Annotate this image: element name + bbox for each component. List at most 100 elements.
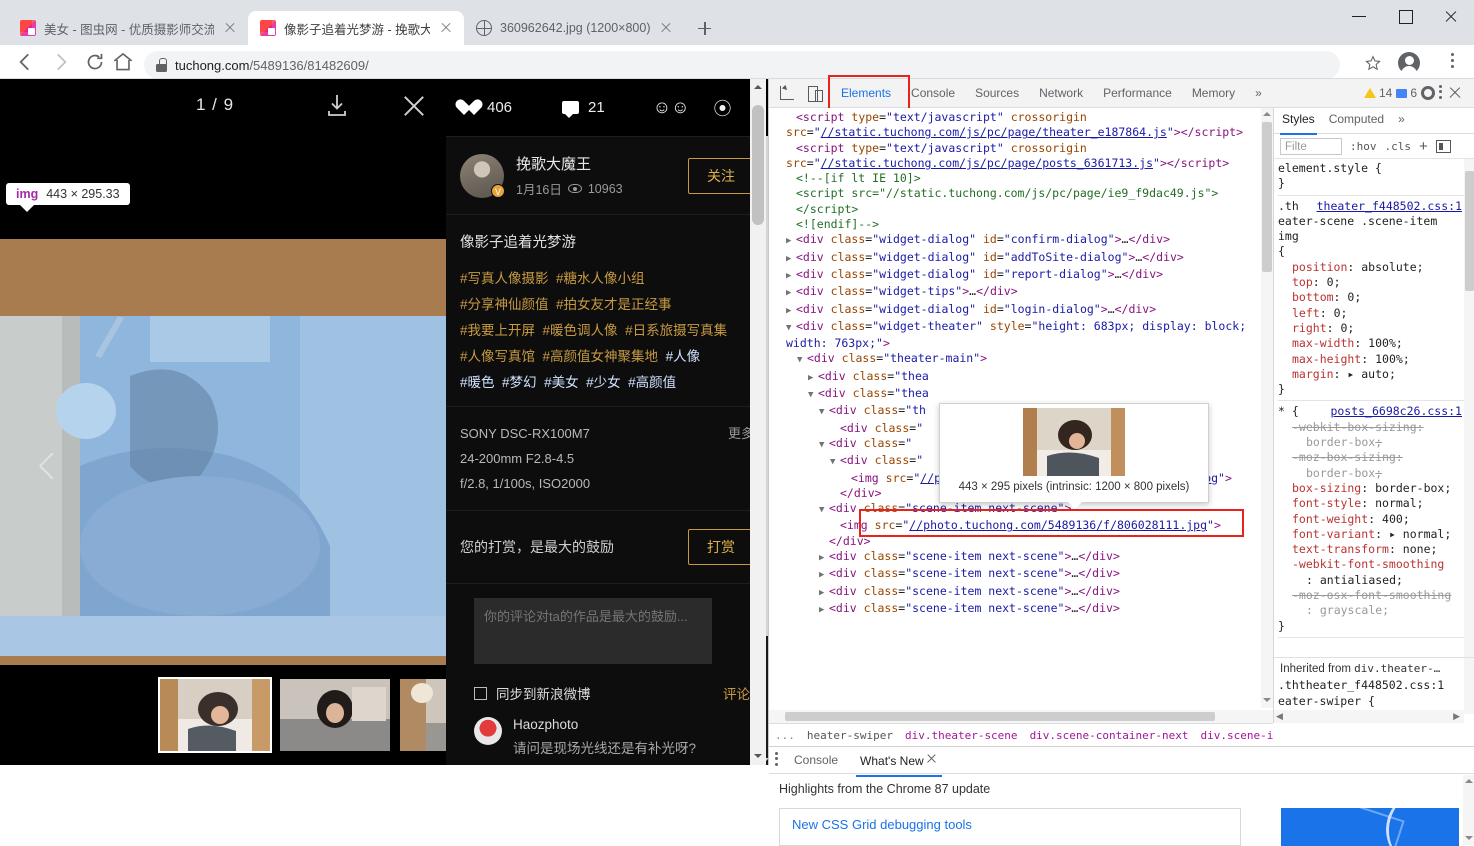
inherited-source[interactable]: div.theater-… — [1354, 662, 1440, 675]
dom-tree-line[interactable]: ▼ <div class="theater-main"> — [775, 351, 1273, 368]
device-toolbar-icon[interactable] — [801, 82, 827, 104]
tag-item[interactable]: #暖色调人像 — [543, 323, 618, 338]
css-declaration[interactable]: max-width: 100%; — [1278, 336, 1464, 351]
dom-scrollbar-thumb[interactable] — [1262, 122, 1272, 272]
expand-triangle-icon[interactable]: ▼ — [830, 455, 840, 470]
breadcrumb-item[interactable]: heater-swiper — [807, 729, 893, 742]
close-tab-icon[interactable] — [438, 20, 454, 36]
author-avatar[interactable]: V — [460, 153, 505, 198]
browser-menu-icon[interactable] — [1444, 53, 1460, 71]
styles-horizontal-scrollbar[interactable]: ◀ ▶ — [1274, 710, 1464, 723]
scroll-up-button[interactable] — [750, 79, 766, 96]
dom-tree-line[interactable]: <!--[if lt IE 10]> — [775, 171, 1273, 186]
new-style-rule-icon[interactable]: + — [1419, 138, 1428, 155]
dom-tree-code[interactable]: <script type="text/javascript" crossorig… — [769, 108, 1273, 618]
reload-button[interactable] — [82, 49, 108, 75]
breadcrumb-item[interactable]: div.scene-item — [1201, 729, 1273, 742]
maximize-button[interactable] — [1382, 0, 1428, 32]
styles-filter-input[interactable]: Filte — [1280, 137, 1342, 155]
address-bar[interactable]: tuchong.com/5489136/81482609/ — [144, 51, 1340, 79]
css-declaration[interactable]: font-style: normal; — [1278, 496, 1464, 511]
close-window-button[interactable] — [1428, 0, 1474, 32]
tag-item[interactable]: #人像 — [666, 349, 701, 364]
browser-tab-3[interactable]: 360962642.jpg (1200×800) — [464, 11, 685, 45]
tab-styles[interactable]: Styles — [1280, 112, 1317, 135]
follow-button[interactable]: 关注 — [688, 157, 754, 194]
tag-item[interactable]: #高颜值 — [628, 375, 676, 390]
tag-item[interactable]: #分享神仙颜值 — [460, 297, 549, 312]
tab-console[interactable]: Console — [901, 81, 965, 105]
tab-sources[interactable]: Sources — [965, 81, 1029, 105]
whats-new-card[interactable]: New CSS Grid debugging tools — [779, 808, 1241, 846]
close-theater-icon[interactable] — [401, 93, 427, 119]
minimize-button[interactable] — [1336, 0, 1382, 32]
expand-triangle-icon[interactable]: ▶ — [786, 269, 796, 284]
dom-tree-line[interactable]: <script type="text/javascript" crossorig… — [775, 141, 1273, 172]
comment-input[interactable] — [474, 598, 712, 664]
css-declaration[interactable]: right: 0; — [1278, 321, 1464, 336]
submit-comment-button[interactable]: 评论 — [723, 683, 750, 703]
css-declaration[interactable]: -moz-osx-font-smoothing: grayscale; — [1278, 588, 1464, 619]
css-declaration[interactable]: margin: ▸ auto; — [1278, 367, 1464, 382]
dom-tree-line[interactable]: </script> — [775, 202, 1273, 217]
tab-performance[interactable]: Performance — [1093, 81, 1182, 105]
tab-styles-more[interactable]: » — [1398, 112, 1405, 130]
css-declaration[interactable]: max-height: 100%; — [1278, 352, 1464, 367]
thumbnail-item[interactable] — [280, 679, 390, 751]
sync-weibo-checkbox[interactable] — [474, 686, 487, 700]
weibo-share-icon[interactable]: ⦿ — [713, 95, 731, 121]
browser-tab-2[interactable]: 像影子追着光梦游 - 挽歌大魔王 — [248, 11, 464, 45]
page-scrollbar-thumb[interactable] — [752, 105, 764, 225]
css-declaration[interactable]: font-weight: 400; — [1278, 512, 1464, 527]
tag-item[interactable]: #高颜值女神聚集地 — [543, 349, 659, 364]
expand-triangle-icon[interactable]: ▶ — [808, 371, 818, 386]
back-button[interactable] — [12, 49, 38, 75]
expand-triangle-icon[interactable]: ▶ — [786, 304, 796, 319]
expand-triangle-icon[interactable]: ▶ — [786, 286, 796, 301]
tag-item[interactable]: #梦幻 — [502, 375, 537, 390]
dom-tree-pane[interactable]: <script type="text/javascript" crossorig… — [769, 108, 1273, 723]
forward-button[interactable] — [48, 49, 74, 75]
css-declaration[interactable]: left: 0; — [1278, 306, 1464, 321]
styles-vertical-scrollbar[interactable] — [1464, 159, 1474, 714]
tab-computed[interactable]: Computed — [1329, 112, 1384, 130]
css-declaration[interactable]: bottom: 0; — [1278, 290, 1464, 305]
hov-toggle[interactable]: :hov — [1350, 140, 1377, 153]
rule-source-link[interactable]: posts_6698c26.css:1 — [1330, 404, 1462, 419]
dom-hscrollbar-thumb[interactable] — [785, 712, 1215, 721]
wechat-share-icon[interactable]: ☺☺ — [653, 97, 690, 118]
expand-triangle-icon[interactable]: ▶ — [819, 603, 829, 618]
dom-tree-line[interactable]: ▶ <div class="scene-item next-scene">…</d… — [775, 549, 1273, 566]
rule-source-link[interactable]: theater_f448502.css:1 — [1317, 199, 1462, 214]
reward-button[interactable]: 打赏 — [688, 529, 754, 565]
tag-item[interactable]: #拍女友才是正经事 — [556, 297, 672, 312]
dom-tree-line[interactable]: ▶ <div class="widget-dialog" id="addToSit… — [775, 250, 1273, 267]
dom-tree-line[interactable]: <script src="//static.tuchong.com/js/pc/… — [775, 186, 1273, 201]
drawer-tab-console[interactable]: Console — [788, 749, 844, 771]
drawer-tab-whats-new[interactable]: What's New — [854, 749, 944, 777]
close-tab-icon[interactable] — [658, 20, 674, 36]
expand-triangle-icon[interactable]: ▶ — [786, 234, 796, 249]
scroll-up-arrow-icon[interactable] — [1261, 108, 1273, 122]
tab-network[interactable]: Network — [1029, 81, 1093, 105]
toggle-sidebar-icon[interactable] — [1435, 139, 1451, 153]
dom-tree-line[interactable]: ▶ <div class="scene-item next-scene">…</d… — [775, 601, 1273, 618]
cls-toggle[interactable]: .cls — [1385, 140, 1412, 153]
tag-item[interactable]: #暖色 — [460, 375, 495, 390]
scroll-down-arrow-icon[interactable] — [1463, 832, 1474, 845]
css-declaration[interactable]: text-transform: none; — [1278, 542, 1464, 557]
dom-tree-line[interactable]: ▼ <div class="widget-theater" style="heig… — [775, 319, 1273, 352]
expand-triangle-icon[interactable]: ▼ — [797, 353, 807, 368]
tag-item[interactable]: #日系旅摄写真集 — [625, 323, 727, 338]
thumbnail-item[interactable] — [158, 677, 272, 753]
css-declaration[interactable]: -webkit-box-sizing: border-box; — [1278, 420, 1464, 451]
breadcrumb-item[interactable]: div.scene-container-next — [1030, 729, 1189, 742]
tab-elements[interactable]: Elements — [831, 81, 901, 111]
dom-tree-line[interactable]: ▶ <div class="widget-dialog" id="confirm-… — [775, 232, 1273, 249]
page-scrollbar[interactable] — [750, 79, 766, 765]
tag-item[interactable]: #美女 — [544, 375, 579, 390]
expand-triangle-icon[interactable]: ▼ — [819, 405, 829, 420]
dom-tree-line[interactable]: <![endif]--> — [775, 217, 1273, 232]
rule-source-link[interactable]: theater_f448502.css:1 — [1299, 678, 1444, 692]
dom-tree-line[interactable]: <script type="text/javascript" crossorig… — [775, 110, 1273, 141]
